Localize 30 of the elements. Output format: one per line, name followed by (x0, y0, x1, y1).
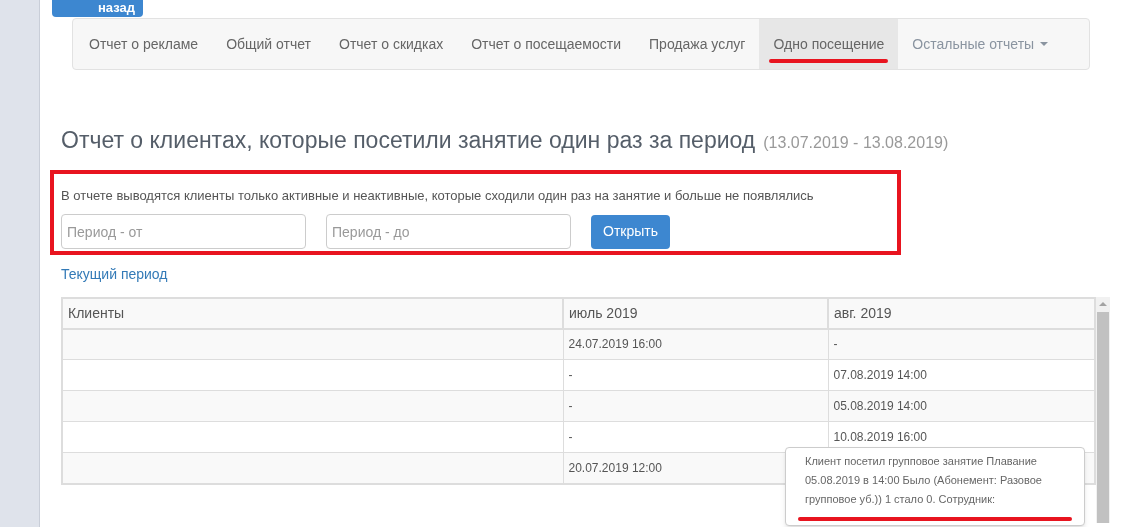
filter-description: В отчете выводятся клиенты только активные и неактивные, которые сходили один раз на занятие и больше не появлялись (61, 186, 815, 205)
column-header: авг. 2019 (828, 297, 1095, 329)
scroll-up-icon (1099, 301, 1107, 306)
nav-tab[interactable]: Отчет о рекламе (75, 19, 213, 69)
table-cell: 07.08.2019 14:00 (833, 368, 927, 382)
column-header: Клиенты (62, 297, 563, 329)
table-cell: 05.08.2019 14:00 (833, 399, 927, 413)
period-to-field[interactable]: Период - до (326, 214, 571, 249)
page-title: Отчет о клиентах, которые посетили занятие один раз за период (61, 126, 756, 155)
table-cell: 24.07.2019 16:00 (568, 337, 662, 352)
table-cell: - (568, 368, 573, 382)
nav-tab[interactable]: Продажа услуг (635, 19, 760, 69)
open-button[interactable]: Открыть (591, 214, 670, 249)
table-cell: - (568, 399, 573, 413)
dropdown-tab[interactable]: Остальные отчеты (898, 19, 1063, 69)
period-range: (13.07.2019 - 13.08.2019) (763, 133, 949, 153)
caret-icon (1040, 42, 1049, 46)
table-cell: 10.08.2019 16:00 (833, 430, 927, 444)
back-button[interactable]: назад (52, 0, 143, 17)
tooltip-text: Клиент посетил групповое занятие Плавание 05.08.2019 в 14:00 Было (Абонемент: Разовое групповое уб.)) 1 стало 0. Сотрудник: (805, 454, 1043, 507)
nav-tab[interactable]: Одно посещение (759, 19, 899, 69)
table-cell: 20.07.2019 12:00 (568, 460, 662, 475)
nav-tab[interactable]: Отчет о посещаемости (457, 19, 636, 69)
current-period-link[interactable]: Текущий период (61, 263, 168, 285)
table-cell: - (568, 430, 573, 444)
nav-tab[interactable]: Отчет о скидках (325, 19, 458, 69)
nav-tab[interactable]: Общий отчет (212, 19, 325, 69)
period-from-field[interactable]: Период - от (61, 214, 306, 249)
column-header: июль 2019 (563, 297, 828, 329)
table-cell: - (833, 337, 838, 352)
